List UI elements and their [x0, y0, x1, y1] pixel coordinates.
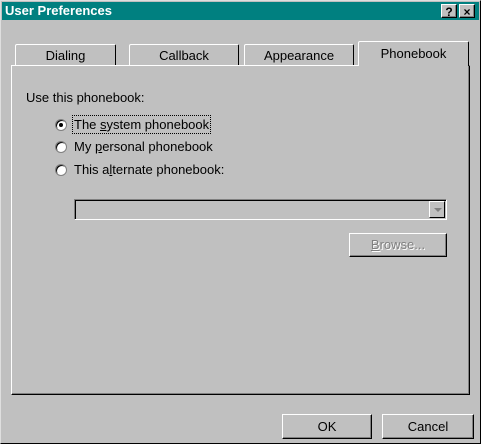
alternate-phonebook-combo[interactable] — [74, 199, 447, 220]
user-preferences-dialog: User Preferences ? × Dialing Callback Ap… — [0, 0, 481, 444]
help-button[interactable]: ? — [441, 4, 457, 19]
use-phonebook-label: Use this phonebook: — [26, 90, 145, 105]
system-phonebook-radio[interactable] — [55, 119, 67, 131]
tab-dialing[interactable]: Dialing — [15, 44, 116, 66]
tab-appearance[interactable]: Appearance — [244, 44, 354, 66]
personal-phonebook-radio[interactable] — [55, 141, 67, 153]
browse-button[interactable]: Browse... — [349, 233, 447, 257]
cancel-button[interactable]: Cancel — [382, 414, 474, 439]
personal-phonebook-label[interactable]: My personal phonebook — [74, 139, 213, 154]
tab-callback-label: Callback — [159, 48, 209, 63]
combo-dropdown-button[interactable] — [429, 201, 445, 218]
ok-button[interactable]: OK — [282, 414, 372, 439]
title-bar[interactable]: User Preferences ? × — [2, 2, 479, 20]
alternate-phonebook-label[interactable]: This alternate phonebook: — [74, 162, 224, 177]
tab-callback[interactable]: Callback — [129, 44, 239, 66]
close-button[interactable]: × — [459, 4, 475, 19]
chevron-down-icon — [434, 208, 442, 212]
tab-appearance-label: Appearance — [263, 48, 335, 63]
phonebook-tab-panel: Use this phonebook: The system phonebook… — [11, 65, 470, 395]
alternate-phonebook-radio[interactable] — [55, 164, 67, 176]
system-phonebook-label[interactable]: The system phonebook — [71, 115, 212, 134]
window-title: User Preferences — [5, 3, 112, 18]
radio-selected-dot — [59, 123, 63, 127]
tab-phonebook-label: Phonebook — [380, 46, 447, 61]
tab-phonebook[interactable]: Phonebook — [358, 41, 469, 66]
tab-dialing-label: Dialing — [45, 48, 86, 63]
